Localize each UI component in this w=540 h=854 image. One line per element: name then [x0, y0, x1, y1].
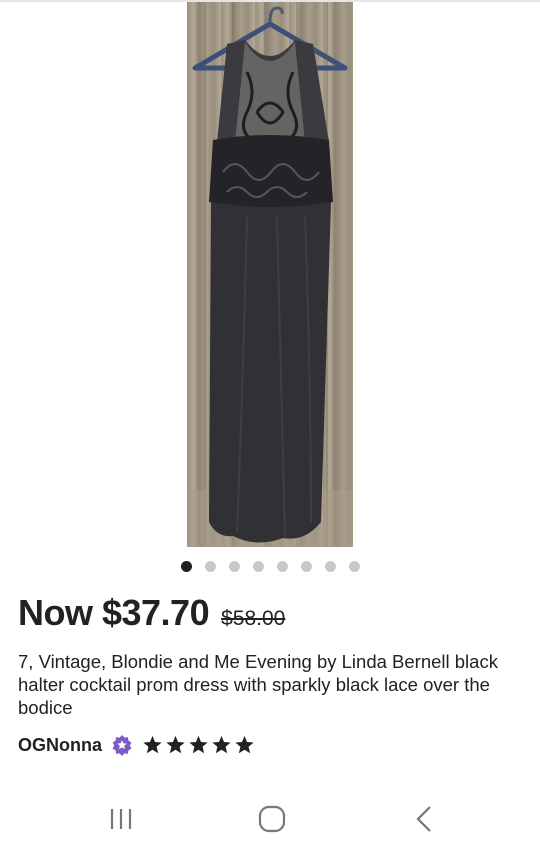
star-icon: [189, 735, 208, 754]
carousel-dot[interactable]: [204, 561, 216, 572]
android-navigation-bar: [0, 790, 540, 854]
star-seller-badge-icon: [112, 735, 132, 756]
carousel-dot[interactable]: [276, 561, 288, 572]
recent-apps-icon[interactable]: [101, 804, 141, 834]
dress-illustration: [187, 2, 353, 547]
seller-name[interactable]: OGNonna: [18, 735, 102, 756]
carousel-dot[interactable]: [252, 561, 264, 572]
seller-rating: [142, 735, 255, 755]
seller-row[interactable]: OGNonna: [18, 733, 255, 757]
carousel-dot[interactable]: [324, 561, 336, 572]
carousel-dot[interactable]: [300, 561, 312, 572]
home-icon[interactable]: [252, 804, 292, 834]
sale-price: Now $37.70: [18, 592, 210, 633]
carousel-dot-active[interactable]: [180, 561, 192, 572]
carousel-dot[interactable]: [228, 561, 240, 572]
star-icon: [143, 735, 162, 754]
star-icon: [212, 735, 231, 754]
back-icon[interactable]: [405, 804, 445, 834]
price-row: Now $37.70 $58.00: [18, 592, 285, 634]
star-icon: [166, 735, 185, 754]
product-title: 7, Vintage, Blondie and Me Evening by Li…: [18, 651, 498, 718]
original-price: $58.00: [221, 607, 286, 630]
image-carousel-indicator: [0, 560, 540, 574]
star-icon: [235, 735, 254, 754]
carousel-dot[interactable]: [348, 561, 360, 572]
product-photo[interactable]: [187, 2, 353, 547]
